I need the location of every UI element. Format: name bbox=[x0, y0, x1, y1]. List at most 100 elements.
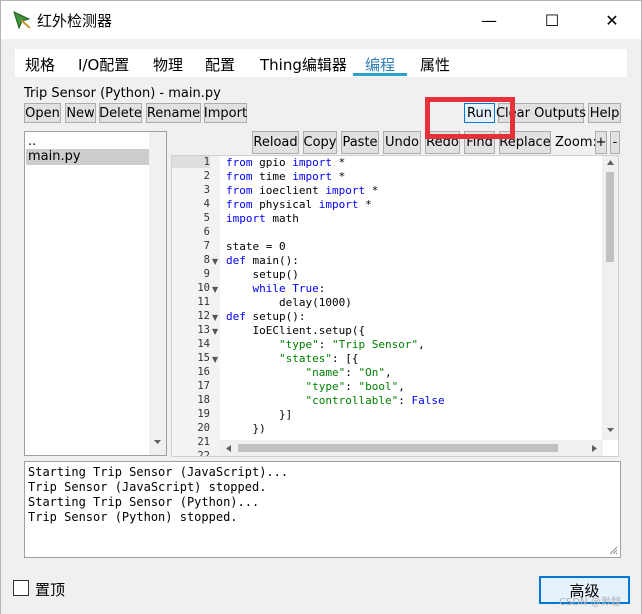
tab-programming[interactable]: 编程 bbox=[365, 54, 395, 75]
output-console[interactable]: Starting Trip Sensor (JavaScript)... Tri… bbox=[24, 461, 621, 558]
fold-arrow-icon[interactable]: ▼ bbox=[212, 327, 218, 336]
editor-vertical-scroll-thumb[interactable] bbox=[606, 172, 614, 262]
output-line: Trip Sensor (JavaScript) stopped. bbox=[28, 480, 267, 494]
delete-button[interactable]: Delete bbox=[99, 103, 142, 123]
code-line: "name": "On", bbox=[305, 366, 392, 379]
line-number: 19 bbox=[197, 408, 210, 420]
maximize-icon: ☐ bbox=[544, 10, 560, 30]
tab-attributes[interactable]: 属性 bbox=[420, 54, 450, 75]
file-list-item-parent[interactable]: .. bbox=[26, 134, 36, 150]
line-number: 1 bbox=[172, 156, 210, 168]
rename-button[interactable]: Rename bbox=[146, 103, 201, 123]
app-icon bbox=[13, 11, 31, 30]
code-line: "type": "bool", bbox=[305, 380, 405, 393]
line-number: 22 bbox=[197, 450, 210, 457]
tab-io-config[interactable]: I/O配置 bbox=[78, 54, 129, 75]
zoom-in-button[interactable]: + bbox=[595, 131, 607, 154]
line-number: 9 bbox=[203, 268, 210, 280]
import-button[interactable]: Import bbox=[204, 103, 247, 123]
line-number: 2 bbox=[203, 170, 210, 182]
editor-horizontal-scroll-thumb[interactable] bbox=[238, 444, 558, 452]
code-line: }) bbox=[226, 422, 266, 435]
close-button[interactable]: ✕ bbox=[589, 1, 635, 39]
code-line: delay(1000) bbox=[226, 296, 352, 309]
zoom-out-button[interactable]: - bbox=[610, 131, 620, 154]
close-icon: ✕ bbox=[605, 10, 619, 30]
code-line: "type": "Trip Sensor", bbox=[278, 338, 425, 351]
code-line: while True: bbox=[252, 282, 326, 295]
copy-button[interactable]: Copy bbox=[303, 131, 337, 154]
line-number: 5 bbox=[203, 212, 210, 224]
file-list: .. main.py bbox=[24, 131, 167, 456]
open-button[interactable]: Open bbox=[24, 103, 61, 123]
tab-config[interactable]: 配置 bbox=[205, 54, 235, 75]
code-line: setup() bbox=[226, 268, 299, 281]
scroll-right-icon bbox=[592, 445, 597, 452]
scroll-up-icon bbox=[607, 160, 614, 165]
code-line: from physical import * bbox=[226, 198, 372, 211]
tab-physical[interactable]: 物理 bbox=[153, 54, 183, 75]
paste-button[interactable]: Paste bbox=[341, 131, 379, 154]
file-list-item-main[interactable]: main.py bbox=[26, 149, 151, 165]
code-line: }] bbox=[226, 408, 293, 421]
code-line: "states": [{ bbox=[278, 352, 359, 365]
code-line: state = 0 bbox=[226, 240, 286, 253]
fold-arrow-icon[interactable]: ▼ bbox=[212, 257, 218, 266]
fold-arrow-icon[interactable]: ▼ bbox=[212, 285, 218, 294]
output-line: Starting Trip Sensor (Python)... bbox=[28, 495, 260, 509]
line-number: 8 bbox=[203, 254, 210, 266]
editor-toolbar: Reload Copy Paste Undo Redo Find Replace… bbox=[171, 129, 621, 155]
line-number: 4 bbox=[203, 198, 210, 210]
line-number: 18 bbox=[197, 394, 210, 406]
line-number-gutter: 1 2 3 4 5 6 7 8 9 10 11 12 13 14 15 16 1… bbox=[172, 156, 220, 456]
code-line: "controllable": False bbox=[305, 394, 445, 407]
active-tab-indicator bbox=[353, 73, 407, 76]
line-number: 10 bbox=[197, 282, 210, 294]
line-number: 7 bbox=[203, 240, 210, 252]
editor-horizontal-scrollbar[interactable] bbox=[220, 440, 603, 456]
fold-arrow-icon[interactable]: ▼ bbox=[212, 313, 218, 322]
code-line: def main(): bbox=[226, 254, 299, 267]
code-editor[interactable]: 1 2 3 4 5 6 7 8 9 10 11 12 13 14 15 16 1… bbox=[171, 155, 619, 457]
help-button[interactable]: Help bbox=[588, 103, 621, 123]
line-number: 16 bbox=[197, 366, 210, 378]
scroll-down-icon bbox=[607, 428, 614, 432]
line-number: 21 bbox=[197, 436, 210, 448]
tab-specifications[interactable]: 规格 bbox=[25, 54, 55, 75]
code-line: import math bbox=[226, 212, 299, 225]
line-number: 3 bbox=[203, 184, 210, 196]
output-line: Starting Trip Sensor (JavaScript)... bbox=[28, 465, 289, 479]
resize-grip-icon[interactable] bbox=[608, 545, 618, 555]
tab-bar: 规格 I/O配置 物理 配置 Thing编辑器 编程 属性 bbox=[15, 49, 627, 77]
code-line: from ioeclient import * bbox=[226, 184, 379, 197]
line-number: 11 bbox=[197, 296, 210, 308]
editor-vertical-scrollbar[interactable] bbox=[602, 156, 618, 440]
fold-arrow-icon[interactable]: ▼ bbox=[212, 355, 218, 364]
pin-on-top-checkbox[interactable] bbox=[13, 580, 29, 596]
line-number: 13 bbox=[197, 324, 210, 336]
tab-thing-editor[interactable]: Thing编辑器 bbox=[260, 54, 347, 75]
line-number: 14 bbox=[197, 338, 210, 350]
undo-button[interactable]: Undo bbox=[383, 131, 421, 154]
zoom-label: Zoom: bbox=[555, 135, 597, 150]
highlight-box bbox=[425, 97, 515, 139]
title-bar: 红外检测器 — ☐ ✕ bbox=[1, 1, 641, 39]
window-title: 红外检测器 bbox=[37, 12, 113, 30]
code-line: def setup(): bbox=[226, 310, 306, 323]
line-number: 6 bbox=[203, 226, 210, 238]
code-line: from gpio import * bbox=[226, 156, 346, 169]
line-number: 20 bbox=[197, 422, 210, 434]
line-number: 17 bbox=[197, 380, 210, 392]
maximize-button[interactable]: ☐ bbox=[529, 1, 575, 39]
minimize-button[interactable]: — bbox=[466, 1, 512, 39]
scroll-left-icon bbox=[226, 445, 231, 452]
file-list-scrollbar[interactable] bbox=[149, 132, 166, 455]
new-button[interactable]: New bbox=[65, 103, 96, 123]
reload-button[interactable]: Reload bbox=[252, 131, 299, 154]
pin-on-top-label: 置顶 bbox=[35, 581, 66, 599]
watermark: CSDN @渺越 bbox=[559, 597, 621, 608]
code-line: from time import * bbox=[226, 170, 346, 183]
line-number: 12 bbox=[197, 310, 210, 322]
scroll-down-icon bbox=[154, 440, 161, 444]
minimize-icon: — bbox=[481, 10, 497, 30]
